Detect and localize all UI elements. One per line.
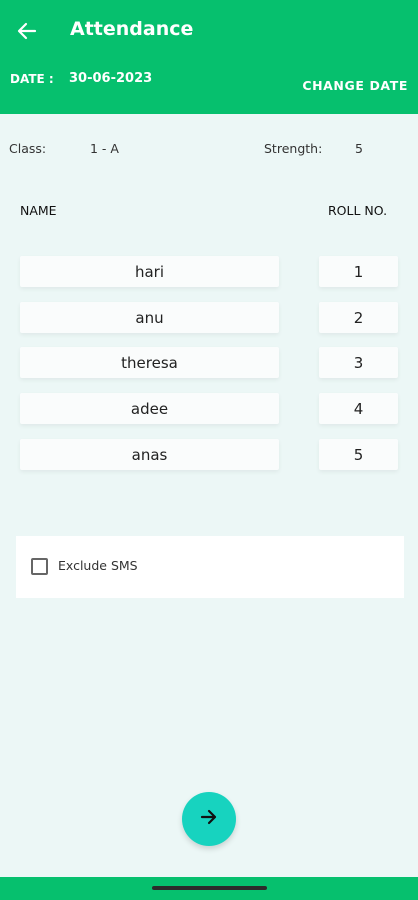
submit-attendance-button[interactable] — [182, 792, 236, 846]
class-value: 1 - A — [90, 141, 119, 156]
roll-number-cell: 1 — [319, 256, 398, 287]
arrow-left-icon — [17, 22, 37, 44]
arrow-right-icon — [200, 809, 218, 829]
roll-number-cell: 2 — [319, 302, 398, 333]
roll-number-cell: 3 — [319, 347, 398, 378]
roll-column-header: ROLL NO. — [328, 203, 388, 218]
date-value: 30-06-2023 — [69, 71, 153, 86]
date-label: DATE : — [10, 72, 54, 86]
student-name-cell: anas — [20, 439, 279, 470]
class-label: Class: — [9, 141, 47, 156]
attendance-screen: Attendance DATE : 30-06-2023 CHANGE DATE… — [0, 0, 418, 900]
navigation-bar — [0, 877, 418, 900]
student-name-cell: anu — [20, 302, 279, 333]
student-name-cell: adee — [20, 393, 279, 424]
change-date-button[interactable]: CHANGE DATE — [302, 78, 408, 93]
strength-label: Strength: — [264, 141, 323, 156]
name-column-header: NAME — [20, 203, 57, 218]
strength-value: 5 — [355, 141, 363, 156]
back-button[interactable] — [10, 17, 44, 49]
exclude-sms-card: Exclude SMS — [16, 536, 404, 598]
page-title: Attendance — [70, 18, 194, 40]
student-name-cell: theresa — [20, 347, 279, 378]
app-header: Attendance DATE : 30-06-2023 CHANGE DATE — [0, 0, 418, 114]
roll-number-cell: 5 — [319, 439, 398, 470]
home-indicator[interactable] — [152, 886, 267, 890]
exclude-sms-label: Exclude SMS — [58, 558, 138, 573]
student-name-cell: hari — [20, 256, 279, 287]
roll-number-cell: 4 — [319, 393, 398, 424]
exclude-sms-checkbox[interactable] — [31, 558, 48, 575]
